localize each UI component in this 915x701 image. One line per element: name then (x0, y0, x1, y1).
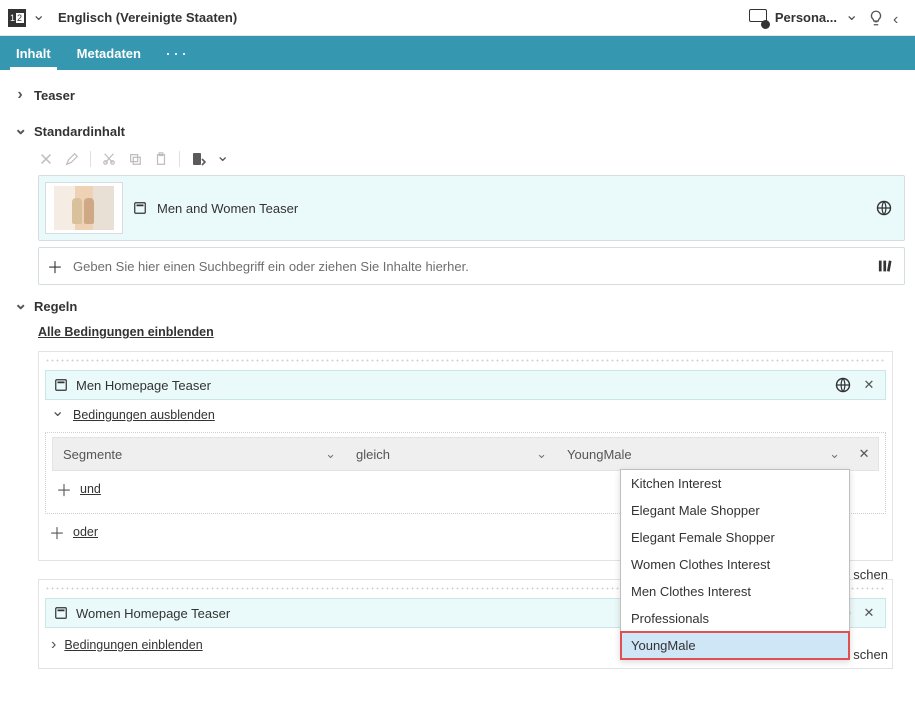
section-title: Regeln (34, 299, 77, 314)
tab-metadaten[interactable]: Metadaten (65, 36, 153, 70)
or-label: oder (73, 525, 98, 539)
chevron-down-icon[interactable] (14, 124, 26, 139)
section-title: Teaser (34, 88, 75, 103)
dropdown-option[interactable]: Kitchen Interest (621, 470, 849, 497)
persona-icon[interactable] (749, 9, 767, 27)
rule-header[interactable]: Men Homepage Teaser ✕ (45, 370, 886, 400)
select-value: Segmente (63, 447, 122, 462)
persona-label[interactable]: Persona... (775, 10, 837, 25)
drag-handle[interactable] (45, 358, 886, 364)
content-type-icon (133, 201, 147, 215)
dropdown-option[interactable]: Men Clothes Interest (621, 578, 849, 605)
and-label: und (80, 482, 101, 496)
segment-dropdown[interactable]: Kitchen InterestElegant Male ShopperEleg… (620, 469, 850, 660)
globe-icon[interactable] (876, 200, 892, 216)
separator (90, 151, 91, 167)
hide-conditions-link[interactable]: Bedingungen ausblenden (73, 408, 215, 422)
workspace-icon[interactable]: 12 (8, 9, 26, 27)
content-item-card[interactable]: Men and Women Teaser (38, 175, 905, 241)
rule-toggle-row[interactable]: Bedingungen ausblenden (45, 400, 886, 426)
chevron-down-icon[interactable] (51, 408, 65, 422)
condition-operator-select[interactable]: gleich (346, 438, 557, 470)
tab-overflow[interactable]: ··· (155, 36, 199, 70)
rule-title: Women Homepage Teaser (76, 606, 230, 621)
copy-icon[interactable] (127, 151, 143, 167)
content-type-icon (54, 606, 68, 620)
show-all-conditions-link[interactable]: Alle Bedingungen einblenden (38, 325, 214, 339)
globe-icon[interactable] (835, 377, 851, 393)
rule-block: Men Homepage Teaser ✕ Bedingungen ausble… (38, 351, 893, 561)
select-value: YoungMale (567, 447, 632, 462)
drop-placeholder: Geben Sie hier einen Suchbegriff ein ode… (73, 259, 469, 274)
section-standardinhalt[interactable]: Standardinhalt (10, 114, 905, 149)
chevron-down-icon[interactable] (216, 152, 230, 166)
remove-condition-icon[interactable]: ✕ (850, 446, 878, 462)
plus-icon: ＋ (56, 477, 72, 501)
content-thumbnail (45, 182, 123, 234)
create-icon[interactable] (190, 151, 206, 167)
rule-title: Men Homepage Teaser (76, 378, 211, 393)
conditions-container: Segmente gleich YoungMale ✕ Kitchen Inte… (45, 432, 886, 514)
chevron-left-icon[interactable]: ‹ (893, 11, 907, 25)
dropdown-option[interactable]: Elegant Female Shopper (621, 524, 849, 551)
content-item-title: Men and Women Teaser (157, 201, 298, 216)
chevron-down-icon[interactable] (845, 11, 859, 25)
chevron-right-icon[interactable] (14, 86, 26, 104)
plus-icon: ＋ (49, 520, 65, 544)
close-icon[interactable]: ✕ (861, 605, 877, 621)
content-drop-target[interactable]: ＋ Geben Sie hier einen Suchbegriff ein o… (38, 247, 905, 285)
content-type-icon (54, 378, 68, 392)
show-conditions-link[interactable]: Bedingungen einblenden (64, 638, 202, 652)
chevron-down-icon (829, 446, 840, 462)
dropdown-option[interactable]: Elegant Male Shopper (621, 497, 849, 524)
condition-field-select[interactable]: Segmente (53, 438, 346, 470)
close-icon[interactable]: ✕ (861, 377, 877, 393)
chevron-down-icon (536, 446, 547, 462)
edit-icon[interactable] (64, 151, 80, 167)
hint-bulb-icon[interactable] (867, 9, 885, 27)
separator (179, 151, 180, 167)
tab-inhalt[interactable]: Inhalt (4, 36, 63, 70)
chevron-down-icon[interactable] (14, 299, 26, 314)
tab-strip: Inhalt Metadaten ··· (0, 36, 915, 70)
dropdown-option[interactable]: Women Clothes Interest (621, 551, 849, 578)
library-icon[interactable] (878, 258, 896, 274)
section-title: Standardinhalt (34, 124, 125, 139)
delete-rule-link[interactable]: schen (853, 647, 888, 662)
condition-row: Segmente gleich YoungMale ✕ Kitchen Inte… (52, 437, 879, 471)
section-rules[interactable]: Regeln (10, 289, 905, 324)
chevron-right-icon[interactable] (51, 636, 56, 654)
content-toolbar (10, 149, 905, 175)
section-teaser[interactable]: Teaser (10, 76, 905, 114)
top-bar: 12 Englisch (Vereinigte Staaten) Persona… (0, 0, 915, 36)
language-label[interactable]: Englisch (Vereinigte Staaten) (58, 10, 237, 25)
plus-icon[interactable]: ＋ (47, 254, 63, 278)
chevron-down-icon[interactable] (32, 11, 46, 25)
cut-icon[interactable] (101, 151, 117, 167)
paste-icon[interactable] (153, 151, 169, 167)
chevron-down-icon (325, 446, 336, 462)
condition-value-select[interactable]: YoungMale (557, 438, 850, 470)
dropdown-option[interactable]: YoungMale (621, 632, 849, 659)
remove-icon[interactable] (38, 151, 54, 167)
select-value: gleich (356, 447, 390, 462)
